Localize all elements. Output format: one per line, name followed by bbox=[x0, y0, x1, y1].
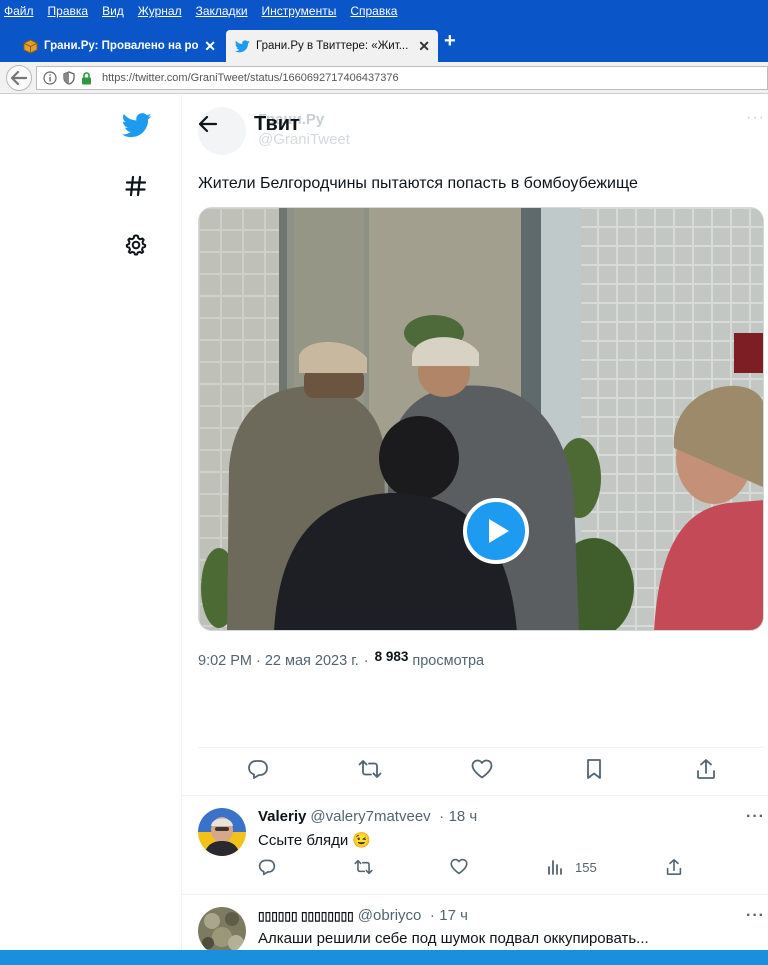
twitter-logo-icon[interactable] bbox=[121, 113, 152, 143]
menu-bar: Файл Правка Вид Журнал Закладки Инструме… bbox=[0, 0, 768, 22]
bar-chart-icon bbox=[548, 860, 562, 875]
page-title: Твит bbox=[254, 113, 300, 135]
reply-author-name[interactable]: Valeriy bbox=[258, 808, 306, 825]
tab-close-icon[interactable]: ✕ bbox=[204, 38, 216, 55]
menu-view[interactable]: Вид bbox=[102, 4, 124, 18]
url-text[interactable]: https://twitter.com/GraniTweet/status/16… bbox=[102, 72, 399, 84]
view-count: 8 983 bbox=[374, 649, 409, 664]
tweet-text: Жители Белгородчины пытаются попасть в б… bbox=[198, 175, 638, 192]
nav-bar: https://twitter.com/GraniTweet/status/16… bbox=[0, 62, 768, 94]
settings-gear-icon[interactable] bbox=[124, 233, 148, 262]
reply-item[interactable]: Valeriy @valery7matveev · 18 ч ··· Ссыте … bbox=[182, 808, 768, 894]
reply-age[interactable]: 18 ч bbox=[449, 808, 478, 825]
view-count-label: просмотра bbox=[412, 653, 485, 669]
retweet-icon[interactable] bbox=[358, 757, 382, 781]
info-icon[interactable] bbox=[43, 71, 57, 85]
menu-help[interactable]: Справка bbox=[350, 4, 397, 18]
reply-age[interactable]: 17 ч bbox=[439, 907, 468, 924]
reply-more-icon[interactable]: ··· bbox=[746, 808, 765, 826]
menu-history[interactable]: Журнал bbox=[138, 4, 182, 18]
tweet-date[interactable]: 22 мая 2023 г. bbox=[265, 653, 359, 669]
tab-grani[interactable]: Грани.Ру: Провалено на род... ✕ bbox=[14, 30, 224, 62]
arrow-left-icon bbox=[11, 71, 27, 85]
left-sidebar bbox=[0, 95, 182, 955]
bookmark-icon[interactable] bbox=[582, 757, 606, 781]
package-icon bbox=[22, 38, 38, 54]
reply-more-icon[interactable]: ··· bbox=[746, 907, 765, 925]
divider bbox=[182, 894, 768, 895]
reply-author-name[interactable]: ▯▯▯▯▯▯ ▯▯▯▯▯▯▯▯ bbox=[258, 909, 354, 923]
back-button[interactable] bbox=[6, 65, 32, 91]
tweet-video[interactable] bbox=[198, 207, 764, 631]
play-icon bbox=[488, 519, 509, 543]
tab-twitter[interactable]: Грани.Ру в Твиттере: «Жит... ✕ bbox=[226, 30, 438, 62]
new-tab-button[interactable]: + bbox=[444, 30, 456, 53]
menu-file[interactable]: Файл bbox=[4, 4, 34, 18]
reply-retweet-icon[interactable] bbox=[354, 858, 373, 876]
tweet-meta: 9:02 PM · 22 мая 2023 г. · 8 983 просмот… bbox=[198, 649, 485, 669]
reply-text: Ссыте бляди 😉 bbox=[258, 831, 371, 849]
reply-author-handle[interactable]: @valery7matveev bbox=[310, 808, 430, 825]
tab-strip: Грани.Ру: Провалено на род... ✕ Грани.Ру… bbox=[0, 22, 768, 62]
reply-icon[interactable] bbox=[246, 757, 270, 781]
more-options-icon[interactable]: ··· bbox=[746, 109, 765, 127]
reply-header: ▯▯▯▯▯▯ ▯▯▯▯▯▯▯▯ @obriyco · 17 ч bbox=[258, 907, 468, 925]
tweet-actions bbox=[198, 757, 764, 785]
tab-title: Грани.Ру: Провалено на род... bbox=[44, 40, 199, 52]
reply-text: Алкаши решили себе под шумок подвал окку… bbox=[258, 930, 649, 947]
wink-emoji-icon: 😉 bbox=[352, 832, 372, 849]
menu-edit[interactable]: Правка bbox=[48, 4, 89, 18]
avatar[interactable] bbox=[198, 907, 246, 955]
divider bbox=[182, 795, 768, 796]
reply-reply-icon[interactable] bbox=[258, 858, 276, 876]
tweet-time[interactable]: 9:02 PM bbox=[198, 653, 252, 669]
status-bar bbox=[0, 950, 768, 965]
reply-author-handle[interactable]: @obriyco bbox=[358, 907, 422, 924]
divider bbox=[198, 747, 764, 748]
menu-bookmarks[interactable]: Закладки bbox=[196, 4, 248, 18]
meta-separator: · bbox=[439, 808, 445, 825]
reply-header: Valeriy @valery7matveev · 18 ч bbox=[258, 808, 477, 826]
tab-close-icon[interactable]: ✕ bbox=[418, 38, 430, 55]
play-button[interactable] bbox=[463, 498, 529, 564]
back-arrow-icon[interactable] bbox=[198, 115, 218, 138]
reply-like-icon[interactable] bbox=[450, 858, 468, 875]
shield-icon[interactable] bbox=[63, 71, 75, 85]
explore-hashtag-icon[interactable] bbox=[125, 175, 147, 202]
video-frame bbox=[199, 208, 763, 630]
meta-separator: · bbox=[256, 653, 261, 669]
url-bar[interactable]: https://twitter.com/GraniTweet/status/16… bbox=[36, 66, 768, 90]
reply-item[interactable]: ▯▯▯▯▯▯ ▯▯▯▯▯▯▯▯ @obriyco · 17 ч ··· Алкаш… bbox=[182, 907, 768, 955]
lock-icon[interactable] bbox=[81, 71, 92, 85]
twitter-bird-icon bbox=[234, 38, 250, 54]
menu-tools[interactable]: Инструменты bbox=[262, 4, 337, 18]
share-icon[interactable] bbox=[694, 757, 718, 781]
main-column: Грани.Ру @GraniTweet Твит ··· Жители Бел… bbox=[182, 95, 768, 955]
reply-text-body: Ссыте бляди bbox=[258, 832, 349, 849]
avatar[interactable] bbox=[198, 808, 246, 856]
reply-share-icon[interactable] bbox=[666, 858, 682, 876]
meta-separator: · bbox=[363, 653, 369, 669]
meta-separator: · bbox=[429, 907, 435, 924]
reply-view-count: 155 bbox=[575, 859, 597, 875]
like-heart-icon[interactable] bbox=[470, 757, 494, 781]
reply-views[interactable]: 155 bbox=[547, 859, 597, 875]
tab-title: Грани.Ру в Твиттере: «Жит... bbox=[256, 40, 409, 52]
